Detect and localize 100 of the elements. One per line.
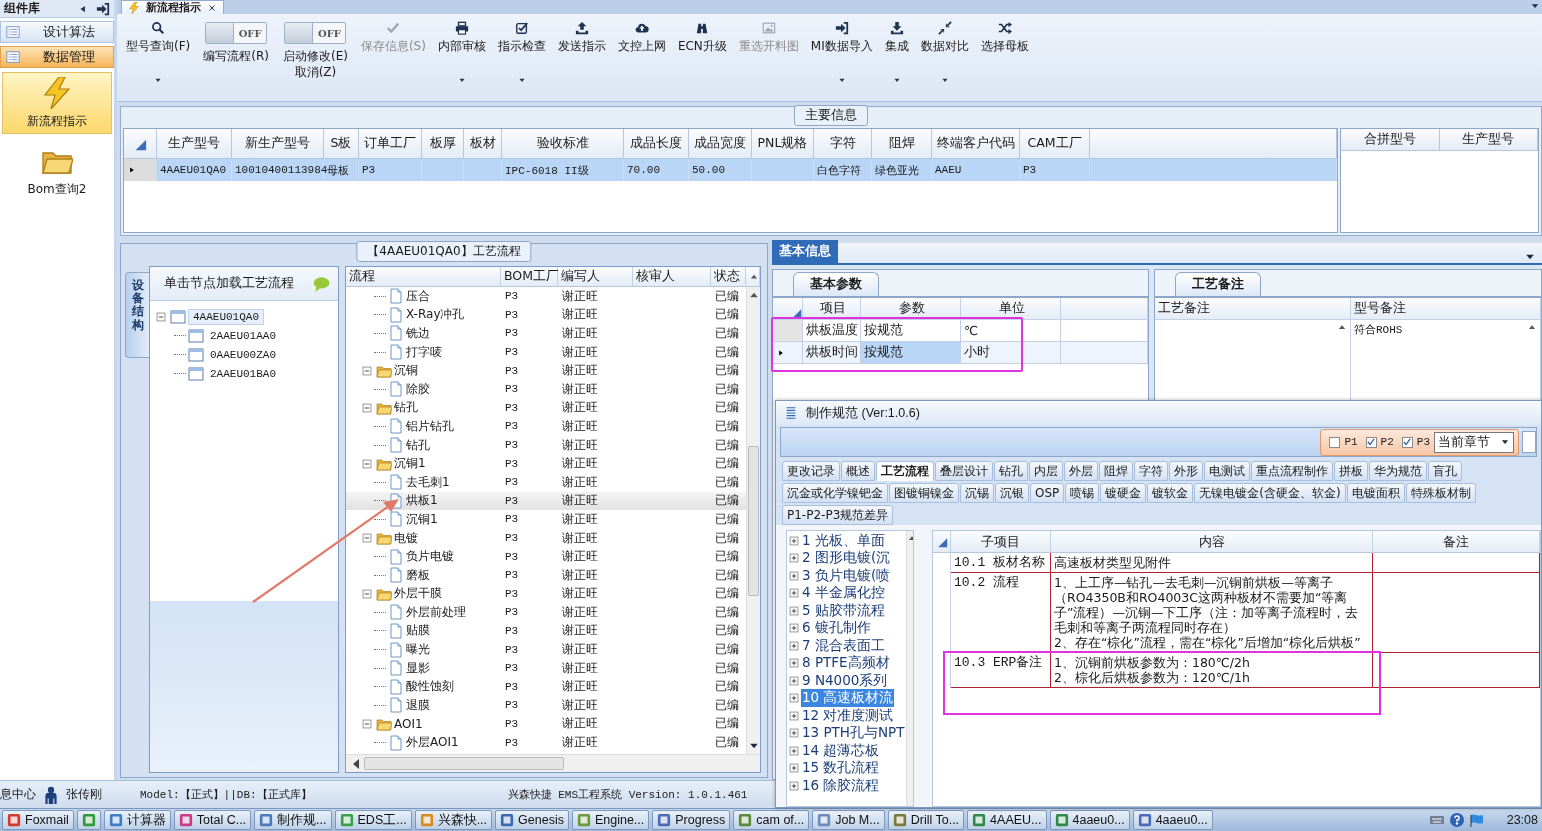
chapter-tab[interactable]: 电镀面积 [1346, 483, 1405, 503]
column-header[interactable]: 工艺备注 [1155, 298, 1351, 320]
taskbar-button[interactable]: Progress [652, 810, 731, 830]
chapter-tab[interactable]: 特殊板材制 [1405, 483, 1476, 503]
taskbar-button[interactable]: Drill To... [887, 810, 965, 830]
chapter-tab[interactable]: 沉银 [995, 483, 1029, 503]
column-header[interactable]: 内容 [1051, 531, 1373, 553]
text-field[interactable] [1522, 431, 1536, 453]
column-header[interactable]: 参数 [861, 298, 961, 320]
toolbar-button[interactable]: 选择母板 [975, 18, 1034, 58]
chapter-tab[interactable]: 重点流程制作 [1251, 461, 1333, 481]
chapter-item[interactable]: 8 PTFE高频材 [801, 654, 891, 673]
chapter-tab[interactable]: 华为规范 [1369, 461, 1427, 481]
column-header[interactable]: 项目 [803, 298, 861, 320]
chapter-tab[interactable]: 钻孔 [994, 461, 1028, 481]
side-tab[interactable]: 设备结构 [125, 272, 149, 358]
chapter-tab[interactable]: P1-P2-P3规范差异 [782, 505, 894, 525]
column-header[interactable]: 验收标准 [502, 129, 624, 159]
table-row[interactable]: 4AAEU01QA0 10010400113984母板 P3 IPC-6018 II级 70.00 50.00 白色字符 绿色亚光 AAEU P3 [124, 159, 1337, 181]
checkbox[interactable] [1365, 436, 1377, 448]
tree-node[interactable]: 2AAEU01AA0 [206, 328, 280, 343]
scope-dropdown[interactable]: 当前章节 [1434, 431, 1514, 453]
toggle-switch[interactable]: OFF [205, 22, 268, 44]
chapter-item[interactable]: 12 对准度测试 [801, 706, 895, 725]
scrollbar-thumb[interactable] [748, 445, 759, 596]
toolbar-button[interactable]: 型号查询(F) [121, 18, 196, 88]
taskbar-button[interactable]: 计算器 [103, 810, 171, 830]
column-header[interactable]: 单位 [961, 298, 1061, 320]
sidebar-group[interactable]: 设计算法 [0, 21, 114, 43]
taskbar-button[interactable]: 4aaeu0... [1049, 810, 1130, 830]
toolbar-button[interactable]: ECN升级 [672, 18, 732, 58]
toolbar-button[interactable]: 数据对比 [915, 18, 974, 88]
column-header[interactable]: CAM工厂 [1020, 129, 1090, 159]
chapter-item[interactable]: 10 高速板材流 [801, 689, 895, 708]
taskbar-button[interactable]: cam of... [733, 810, 810, 830]
chapter-tab[interactable]: 图镀铜镍金 [889, 483, 959, 503]
sidebar-item[interactable]: 新流程指示 [2, 72, 112, 134]
column-header[interactable]: 状态 [711, 267, 746, 287]
column-header[interactable]: S板 [324, 129, 359, 159]
column-header[interactable]: 板材 [464, 129, 502, 159]
toolbar-button[interactable]: 文控上网 [612, 18, 671, 58]
toolbar-button[interactable]: MI数据导入 [805, 18, 878, 88]
column-header[interactable]: 新生产型号 [232, 129, 324, 159]
chapter-tab[interactable]: 喷锡 [1065, 483, 1100, 503]
column-header[interactable]: 流程 [346, 267, 501, 287]
taskbar-button[interactable]: Job M... [812, 810, 885, 830]
chapter-tab[interactable]: 拼板 [1334, 461, 1368, 481]
chapter-tab[interactable]: 叠层设计 [935, 461, 993, 481]
column-header[interactable]: PNL规格 [752, 129, 814, 159]
toolbar-button[interactable]: 内部审核 [432, 18, 491, 88]
chapter-item[interactable]: 6 镀孔制作 [801, 619, 872, 638]
checkbox[interactable] [1329, 436, 1341, 448]
chapter-tab[interactable]: 镀硬金 [1100, 483, 1147, 503]
column-header[interactable]: BOM工厂 [501, 267, 558, 287]
chapter-item[interactable]: 5 贴胶带流程 [801, 601, 886, 620]
chapter-tab[interactable]: OSP [1030, 483, 1065, 503]
taskbar-button[interactable]: 制作规... [254, 810, 332, 830]
column-header[interactable]: 板厚 [422, 129, 464, 159]
chapter-tab[interactable]: 阻焊 [1099, 461, 1133, 481]
tree-node[interactable]: 4AAEU01QA0 [188, 308, 264, 325]
section-tab[interactable]: 基本参数 [793, 272, 879, 296]
panel-tab[interactable]: 基本信息 [772, 240, 838, 263]
column-header[interactable]: 字符 [814, 129, 872, 159]
chapter-tab[interactable]: 内层 [1029, 461, 1063, 481]
tree-node[interactable]: 0AAEU00ZA0 [206, 347, 280, 362]
section-tab[interactable]: 工艺备注 [1175, 272, 1261, 296]
tree-node[interactable]: 2AAEU01BA0 [206, 366, 280, 381]
column-header[interactable]: 成品长度 [624, 129, 689, 159]
taskbar-button[interactable]: Foxmail [2, 810, 74, 830]
taskbar-button[interactable]: 4AAEU... [967, 810, 1047, 830]
chapter-item[interactable]: 7 混合表面工 [801, 636, 886, 655]
chapter-item[interactable]: 3 负片电镀(喷 [801, 566, 892, 585]
chapter-tab[interactable]: 字符 [1134, 461, 1168, 481]
taskbar-button[interactable]: Total C... [173, 810, 252, 830]
chapter-tab[interactable]: 外层 [1064, 461, 1098, 481]
checkbox[interactable] [1401, 436, 1413, 448]
chapter-tab[interactable]: 无镍电镀金(含硬金、软金) [1194, 483, 1346, 503]
column-header[interactable]: 生产型号 [157, 129, 232, 159]
column-header[interactable]: 阻焊 [872, 129, 932, 159]
column-header[interactable]: 编写人 [558, 267, 633, 287]
chapter-tab[interactable]: 概述 [841, 461, 875, 481]
chapter-item[interactable]: 14 超薄芯板 [801, 741, 881, 760]
scrollbar-thumb[interactable] [364, 757, 564, 770]
toolbar-button[interactable]: 集成 [879, 18, 914, 88]
column-header[interactable]: 终端客户代码 [932, 129, 1020, 159]
column-header[interactable]: 核审人 [633, 267, 711, 287]
chapter-tab[interactable]: 电测试 [1204, 461, 1250, 481]
chapter-item[interactable]: 1 光板、单面 [801, 531, 886, 550]
column-header[interactable]: 合拼型号 [1341, 129, 1440, 151]
chapter-item[interactable]: 16 除胶流程 [801, 776, 881, 795]
column-header[interactable]: 子项目 [951, 531, 1051, 553]
chapter-item[interactable]: 15 数孔流程 [801, 759, 881, 778]
taskbar-button[interactable]: 4aaeu0... [1132, 810, 1213, 830]
table-row[interactable]: 烘板时间 按规范 小时 [773, 342, 1148, 364]
sidebar-group[interactable]: 数据管理 [0, 46, 114, 68]
chapter-item[interactable]: 9 N4000系列 [801, 671, 889, 690]
toggle-switch[interactable]: OFF [284, 22, 347, 44]
chapter-tab[interactable]: 外形 [1169, 461, 1203, 481]
taskbar-button[interactable]: 兴森快... [414, 810, 493, 830]
column-header[interactable]: 生产型号 [1439, 129, 1538, 151]
